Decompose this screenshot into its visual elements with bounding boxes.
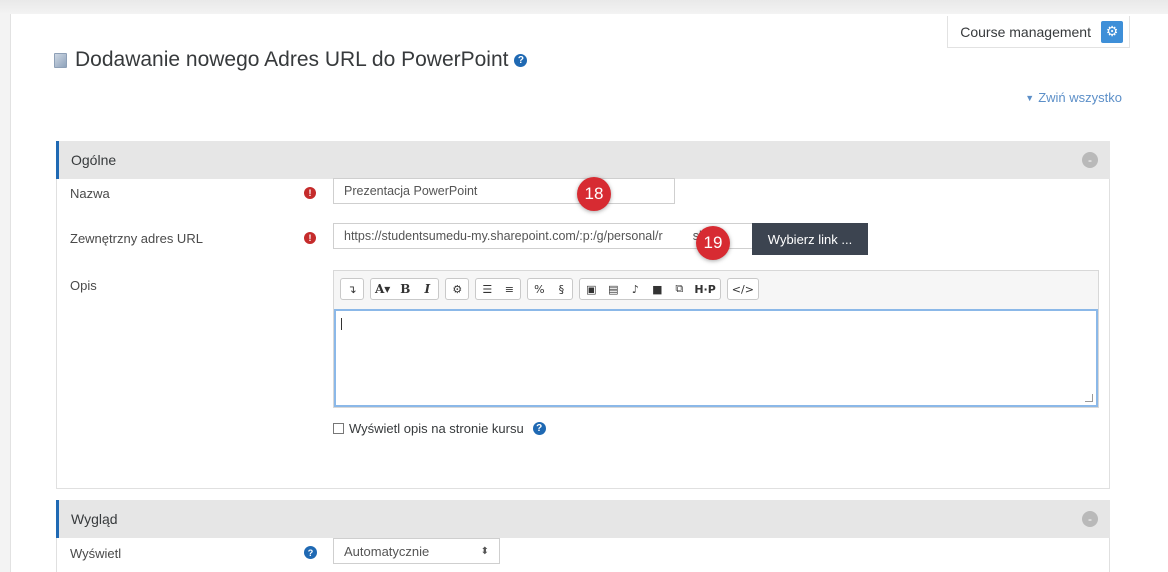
italic-icon[interactable]: I: [416, 279, 438, 299]
help-icon[interactable]: ?: [532, 422, 546, 435]
name-input[interactable]: Prezentacja PowerPoint: [333, 178, 675, 204]
document-icon: [54, 52, 67, 68]
manage-files-icon[interactable]: ⧉: [668, 279, 690, 299]
display-label: Wyświetl: [70, 546, 122, 561]
show-description-row: Wyświetl opis na stronie kursu ?: [333, 421, 546, 436]
required-icon: !: [304, 232, 316, 244]
section-header-general[interactable]: Ogólne -: [56, 141, 1110, 179]
section-title-general: Ogólne: [71, 152, 117, 168]
page-title-text: Dodawanie nowego Adres URL do PowerPoint: [75, 48, 509, 71]
editor-toolbar: ↴ A▾ B I ⚙ ☰ ≡ % § ▣ ▤ ♪ ■ ⧉ H·P </>: [340, 278, 759, 300]
image-icon[interactable]: ▣: [580, 279, 602, 299]
show-description-checkbox[interactable]: [333, 423, 344, 434]
microphone-icon[interactable]: ♪: [624, 279, 646, 299]
h5p-icon[interactable]: H·P: [690, 279, 719, 299]
ordered-list-icon[interactable]: ≡: [498, 279, 520, 299]
section-header-appearance[interactable]: Wygląd -: [56, 500, 1110, 538]
unlink-icon[interactable]: §: [550, 279, 572, 299]
page-title: Dodawanie nowego Adres URL do PowerPoint…: [54, 48, 528, 72]
select-arrows-icon: ⬍: [480, 545, 489, 557]
url-label: Zewnętrzny adres URL: [70, 231, 203, 246]
caret-down-icon: ▼: [1025, 92, 1035, 103]
pick-link-button[interactable]: Wybierz link ...: [752, 223, 868, 255]
video-camera-icon[interactable]: ■: [646, 279, 668, 299]
collapse-toggle-icon[interactable]: -: [1082, 152, 1098, 168]
show-description-label: Wyświetl opis na stronie kursu: [349, 421, 524, 436]
url-input-value: https://studentsumedu-my.sharepoint.com/…: [344, 229, 663, 243]
required-icon: !: [304, 187, 316, 199]
display-select-value: Automatycznie: [344, 543, 430, 559]
section-body-appearance: [56, 538, 1110, 572]
annotation-badge-19: 19: [696, 226, 730, 260]
collapse-toggle-icon[interactable]: -: [1082, 511, 1098, 527]
display-select[interactable]: Automatycznie ⬍: [333, 538, 500, 564]
resize-handle-icon[interactable]: [1085, 394, 1093, 402]
course-management-label: Course management: [960, 23, 1091, 40]
help-icon[interactable]: ?: [514, 53, 528, 67]
collapse-all-link[interactable]: ▼ Zwiń wszystko: [1025, 90, 1122, 105]
unordered-list-icon[interactable]: ☰: [476, 279, 498, 299]
media-icon[interactable]: ▤: [602, 279, 624, 299]
description-editor: ↴ A▾ B I ⚙ ☰ ≡ % § ▣ ▤ ♪ ■ ⧉ H·P </>: [333, 270, 1099, 408]
description-textarea[interactable]: [334, 309, 1098, 407]
collapse-all-label: Zwiń wszystko: [1038, 90, 1122, 105]
top-bar: [0, 0, 1168, 14]
course-management-button[interactable]: Course management ⚙: [947, 16, 1130, 48]
settings-icon[interactable]: ⚙: [446, 279, 468, 299]
bold-icon[interactable]: B: [394, 279, 416, 299]
name-label: Nazwa: [70, 186, 110, 201]
show-more-icon[interactable]: ↴: [341, 279, 363, 299]
text-caret: [341, 318, 342, 330]
link-icon[interactable]: %: [528, 279, 550, 299]
section-title-appearance: Wygląd: [71, 511, 118, 527]
help-icon[interactable]: ?: [304, 546, 317, 559]
font-size-icon[interactable]: A▾: [371, 279, 394, 299]
url-input[interactable]: https://studentsumedu-my.sharepoint.com/…: [333, 223, 753, 249]
description-label: Opis: [70, 278, 97, 293]
html-icon[interactable]: </>: [728, 279, 758, 299]
annotation-badge-18: 18: [577, 177, 611, 211]
gear-icon[interactable]: ⚙: [1101, 20, 1123, 43]
